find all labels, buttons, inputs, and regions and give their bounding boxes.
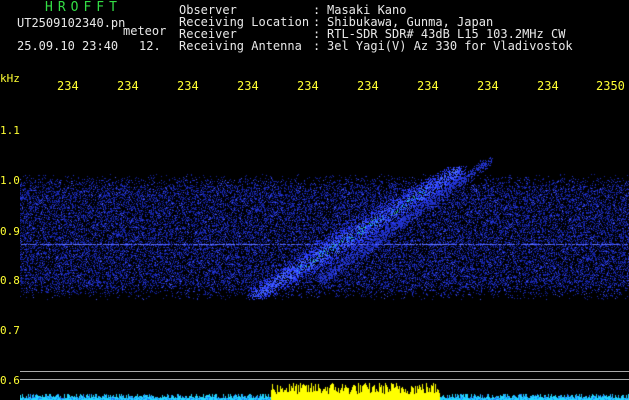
- meta-antenna-label: Receiving Antenna: [179, 39, 302, 53]
- meta-antenna-value: 3el Yagi(V) Az 330 for Vladivostok: [327, 39, 573, 53]
- y-tick-0.9: 0.9: [0, 225, 20, 238]
- x-tick-3: 234: [177, 79, 199, 93]
- y-tick-1.0: 1.0: [0, 174, 20, 187]
- x-tick-10: 2350: [596, 79, 625, 93]
- y-axis-unit: kHz: [0, 72, 20, 85]
- x-tick-8: 234: [477, 79, 499, 93]
- x-tick-1: 234: [57, 79, 79, 93]
- event-tag: meteor: [123, 24, 167, 38]
- y-tick-0.8: 0.8: [0, 274, 20, 287]
- reference-line-lower: [20, 379, 629, 380]
- timestamp: 25.09.10 23:40: [17, 39, 119, 53]
- x-tick-2: 234: [117, 79, 139, 93]
- y-tick-0.7: 0.7: [0, 324, 20, 337]
- x-tick-4: 234: [237, 79, 259, 93]
- meta-antenna-sep: :: [313, 39, 321, 53]
- spectrogram-display: [20, 95, 629, 400]
- y-tick-1.1: 1.1: [0, 124, 20, 137]
- brand-title: HROFFT: [45, 0, 122, 15]
- x-tick-6: 234: [357, 79, 379, 93]
- file-name: UT2509102340.pn: [17, 16, 126, 30]
- x-tick-5: 234: [297, 79, 319, 93]
- reference-line-upper: [20, 371, 629, 372]
- counter: 12.: [139, 39, 161, 53]
- y-tick-0.6: 0.6: [0, 374, 20, 387]
- x-tick-7: 234: [417, 79, 439, 93]
- x-tick-9: 234: [537, 79, 559, 93]
